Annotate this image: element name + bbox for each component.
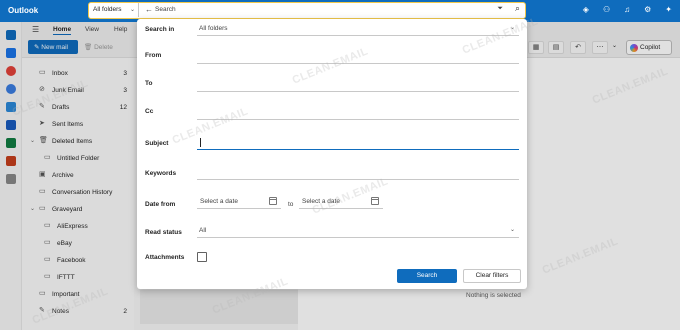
chevron-down-icon: ⌄ [509, 25, 515, 31]
search-input[interactable]: Search [155, 6, 176, 13]
subject-field[interactable] [197, 136, 519, 150]
search-scope-label: All folders [93, 6, 122, 13]
cc-field[interactable] [197, 106, 519, 120]
text-caret [200, 138, 201, 147]
date-from-placeholder: Select a date [200, 198, 238, 205]
date-to-placeholder: Select a date [302, 198, 340, 205]
chevron-down-icon: ⌄ [509, 227, 515, 233]
date-from-picker[interactable]: Select a date [197, 195, 281, 209]
gear-icon[interactable]: ⚙ [644, 5, 651, 14]
bell-icon[interactable]: ♫ [624, 5, 630, 14]
search-button[interactable]: Search [397, 269, 457, 283]
advanced-search-panel: Search in All folders ⌄ From To Cc Subje… [137, 19, 527, 289]
attachments-label: Attachments [145, 254, 185, 261]
date-to-picker[interactable]: Select a date [299, 195, 383, 209]
from-field[interactable] [197, 50, 519, 64]
keywords-label: Keywords [145, 170, 177, 177]
calendar-icon [269, 197, 277, 205]
attachments-checkbox[interactable] [197, 252, 207, 262]
bulb-icon[interactable]: ✦ [665, 5, 672, 14]
read-status-label: Read status [145, 229, 182, 236]
to-field[interactable] [197, 78, 519, 92]
clear-filters-button[interactable]: Clear filters [463, 269, 521, 283]
subject-label: Subject [145, 140, 169, 147]
to-label: To [145, 80, 153, 87]
diamond-icon[interactable]: ◈ [583, 5, 589, 14]
filter-icon[interactable]: ⏷ [497, 5, 503, 13]
calendar-icon [371, 197, 379, 205]
app-title: Outlook [8, 6, 39, 15]
cc-label: Cc [145, 108, 154, 115]
from-label: From [145, 52, 162, 59]
read-status-dropdown[interactable]: All ⌄ [197, 224, 519, 238]
top-right-icons: ◈ ⚇ ♫ ⚙ ✦ [583, 5, 672, 14]
read-status-value: All [199, 227, 207, 234]
search-scope-dropdown[interactable]: All folders ⌄ [89, 3, 139, 17]
people-icon[interactable]: ⚇ [603, 5, 610, 14]
back-arrow-icon[interactable]: ← [145, 5, 153, 14]
search-box[interactable]: All folders ⌄ ← Search ⏷ ⌕ [88, 2, 526, 19]
date-to-separator: to [288, 201, 294, 208]
keywords-field[interactable] [197, 166, 519, 180]
chevron-down-icon: ⌄ [129, 7, 135, 13]
date-from-label: Date from [145, 201, 176, 208]
search-icon[interactable]: ⌕ [515, 3, 520, 14]
search-in-value: All folders [199, 25, 228, 32]
search-in-dropdown[interactable]: All folders ⌄ [197, 22, 519, 36]
search-in-label: Search in [145, 26, 175, 33]
